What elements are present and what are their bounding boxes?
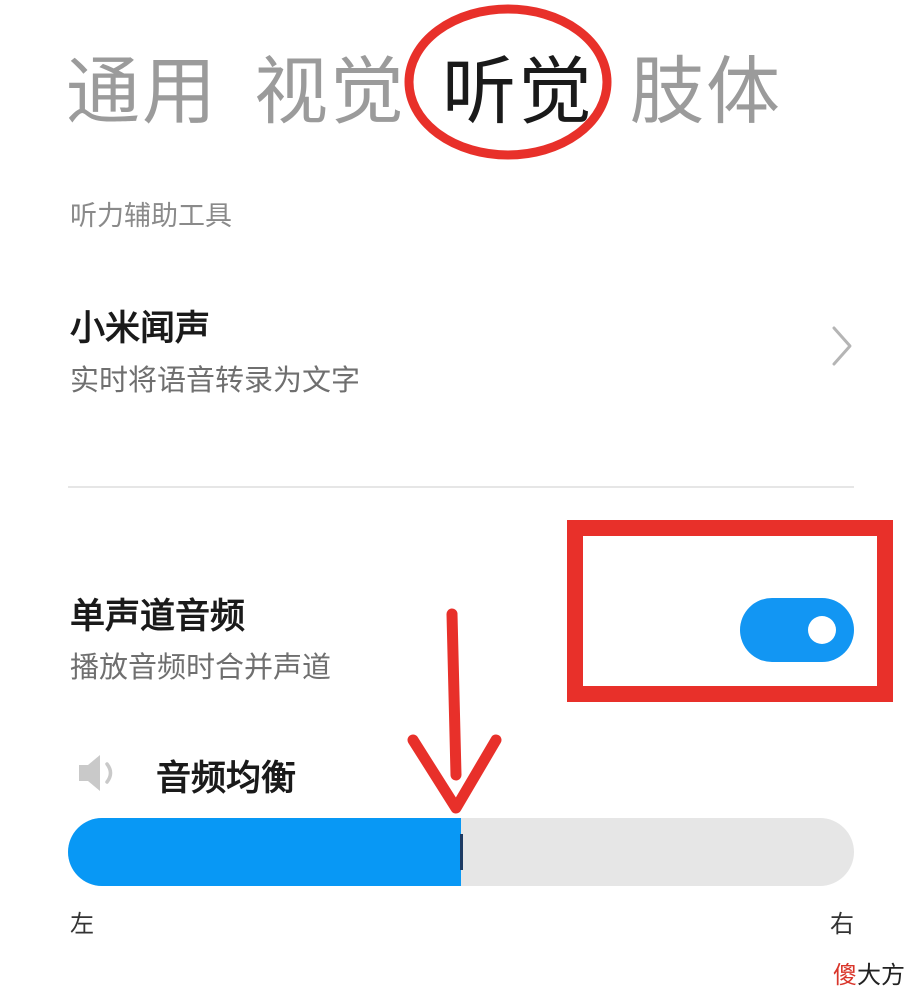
balance-left-label: 左 (70, 910, 94, 938)
mono-audio-toggle[interactable] (740, 598, 854, 662)
tab-motor[interactable]: 肢体 (630, 44, 782, 140)
list-item-xiaomi-wensheng[interactable]: 小米闻声 实时将语音转录为文字 (0, 280, 923, 430)
annotation-arrow-head (407, 734, 502, 814)
tab-vision[interactable]: 视觉 (254, 44, 406, 140)
slider-fill (68, 818, 461, 886)
section-label-hearing-tools: 听力辅助工具 (70, 201, 232, 232)
watermark: 傻大方 (833, 955, 905, 990)
watermark-first-char: 傻 (833, 961, 857, 989)
slider-handle[interactable] (460, 834, 463, 870)
item-title: 小米闻声 (70, 309, 211, 349)
tab-hearing[interactable]: 听觉 (442, 44, 594, 140)
chevron-right-icon (832, 326, 852, 366)
toggle-knob (808, 616, 836, 644)
watermark-rest: 大方 (857, 961, 905, 989)
divider (68, 486, 854, 488)
balance-right-label: 右 (830, 910, 854, 938)
speaker-icon (79, 755, 113, 791)
audio-balance-slider[interactable] (68, 818, 854, 886)
item-title: 单声道音频 (70, 597, 246, 637)
tab-general[interactable]: 通用 (66, 44, 218, 140)
item-subtitle: 实时将语音转录为文字 (70, 363, 361, 397)
audio-balance-title: 音频均衡 (156, 759, 297, 799)
item-subtitle: 播放音频时合并声道 (70, 650, 332, 684)
